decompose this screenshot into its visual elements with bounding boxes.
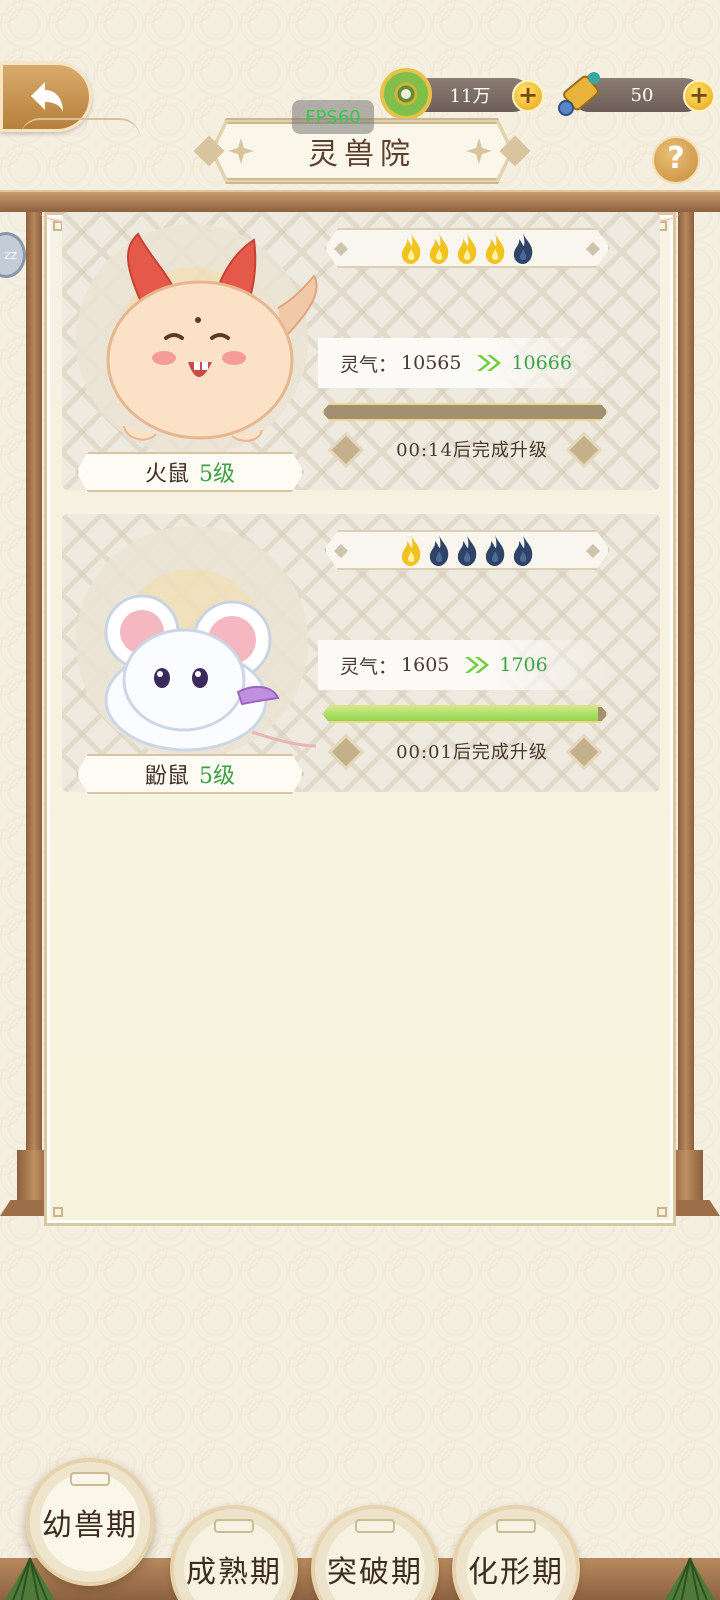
panel-corner	[53, 1207, 63, 1217]
upgrade-timer: 00:01后完成升级	[396, 742, 548, 763]
flame-empty-icon	[510, 231, 536, 265]
fps-counter: FPS60	[292, 100, 374, 134]
aura-label: 灵气：	[340, 655, 398, 678]
upgrade-progress-fill	[324, 707, 598, 721]
knot-ornament-icon	[496, 1519, 536, 1533]
fan-leaf-right-icon	[664, 1557, 716, 1600]
frame-post-left	[26, 210, 42, 1200]
help-button[interactable]: ?	[652, 136, 700, 184]
scroll-add-button[interactable]: +	[683, 80, 715, 112]
flame-filled-icon	[454, 231, 480, 265]
aura-row: 灵气： 1605 1706	[318, 640, 608, 690]
back-button-swirl-decoration	[20, 118, 140, 138]
scroll-currency-value: 50	[630, 84, 654, 106]
sparkle-right-icon	[466, 138, 492, 164]
sparkle-left-icon	[228, 138, 254, 164]
knot-ornament-icon	[355, 1519, 395, 1533]
beast-level: 5级	[199, 764, 235, 789]
beast-rank-flames	[324, 228, 610, 268]
tab-transformation-stage[interactable]: 化形期	[452, 1505, 580, 1600]
upgrade-timer: 00:14后完成升级	[396, 440, 548, 461]
aura-label: 灵气：	[340, 353, 398, 376]
flame-row	[398, 533, 536, 567]
fire-rat-portrait	[106, 232, 318, 442]
knot-ornament-icon	[70, 1472, 110, 1486]
beast-name: 鼢鼠	[144, 764, 189, 789]
aura-next: 1706	[499, 654, 548, 676]
rank-bar-dot	[586, 242, 600, 256]
aura-row: 灵气： 10565 10666	[318, 338, 608, 388]
beast-name-plate: 火鼠 5级	[76, 452, 304, 492]
side-floating-bubble[interactable]: zz	[0, 232, 26, 278]
double-chevron-right-icon	[465, 657, 490, 673]
rank-bar-dot	[334, 242, 348, 256]
flame-row	[398, 231, 536, 265]
flame-filled-icon	[398, 533, 424, 567]
upgrade-progress-bar	[322, 403, 608, 421]
rank-bar-dot	[586, 544, 600, 558]
mole-rat-portrait	[104, 594, 317, 752]
jade-currency-value: 11万	[449, 86, 491, 107]
flame-filled-icon	[426, 231, 452, 265]
flame-empty-icon	[454, 533, 480, 567]
beast-card-mole-rat[interactable]: 鼢鼠 5级 灵气： 1605 1706 00:01后完成升级	[62, 514, 660, 792]
tab-label: 化形期	[468, 1555, 564, 1590]
flame-filled-icon	[398, 231, 424, 265]
jade-coin-icon	[380, 68, 432, 120]
beast-level: 5级	[199, 462, 235, 487]
page-title: 灵兽院	[308, 137, 416, 172]
scroll-ticket-icon	[558, 72, 600, 116]
beast-name-plate: 鼢鼠 5级	[76, 754, 304, 794]
tab-juvenile-stage[interactable]: 幼兽期	[26, 1458, 154, 1586]
panel-corner	[657, 1207, 667, 1217]
aura-current: 1605	[401, 654, 450, 676]
double-chevron-right-icon	[477, 355, 502, 371]
tab-breakthrough-stage[interactable]: 突破期	[311, 1505, 439, 1600]
flame-empty-icon	[482, 533, 508, 567]
frame-post-right	[678, 210, 694, 1200]
tab-label: 成熟期	[186, 1555, 282, 1590]
tab-label: 幼兽期	[42, 1508, 138, 1543]
beast-rank-flames	[324, 530, 610, 570]
rank-bar-dot	[334, 544, 348, 558]
beast-name: 火鼠	[144, 462, 189, 487]
back-arrow-icon	[31, 82, 63, 112]
tab-mature-stage[interactable]: 成熟期	[170, 1505, 298, 1600]
flame-filled-icon	[482, 231, 508, 265]
knot-ornament-icon	[214, 1519, 254, 1533]
aura-next: 10666	[511, 352, 572, 374]
tab-label: 突破期	[327, 1555, 423, 1590]
flame-empty-icon	[510, 533, 536, 567]
jade-add-button[interactable]: +	[512, 80, 544, 112]
aura-current: 10565	[401, 352, 462, 374]
beast-card-fire-rat[interactable]: 火鼠 5级 灵气： 10565 10666 00:14后完成升级	[62, 212, 660, 490]
flame-empty-icon	[426, 533, 452, 567]
upgrade-progress-bar	[322, 705, 608, 723]
